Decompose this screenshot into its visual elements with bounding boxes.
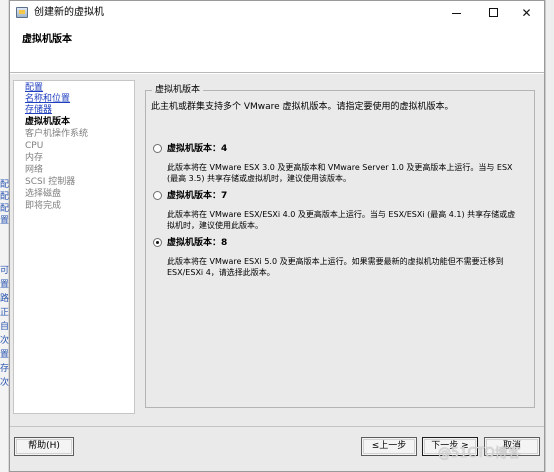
background-char: 配 (0, 204, 10, 214)
step-select-disk: 选择磁盘 (25, 189, 62, 199)
step-network: 网络 (25, 165, 44, 175)
option-label[interactable]: 虚拟机版本：8 (167, 237, 227, 249)
minimize-button[interactable] (440, 2, 473, 24)
wizard-header: 虚拟机版本 (10, 25, 544, 73)
background-char: 配 (0, 180, 10, 190)
radio-vm-version-7[interactable] (153, 191, 162, 200)
title-bar[interactable]: 创建新的虚拟机 ✕ (10, 1, 544, 25)
new-vm-dialog: 创建新的虚拟机 ✕ 虚拟机版本 配置 名称和位置 存储器 虚拟机版本 客户机操作… (9, 0, 545, 472)
step-memory: 内存 (25, 153, 44, 163)
wizard-body: 配置 名称和位置 存储器 虚拟机版本 客户机操作系统 CPU 内存 网络 SCS… (10, 74, 544, 426)
step-vm-version: 虚拟机版本 (25, 117, 71, 127)
step-cpu: CPU (25, 141, 44, 151)
background-char: 自 (0, 322, 10, 332)
background-char: 次 (0, 378, 10, 388)
background-char: 正 (0, 308, 10, 318)
step-name-location[interactable]: 名称和位置 (25, 94, 70, 105)
vm-app-icon (16, 7, 28, 18)
window-title: 创建新的虚拟机 (34, 7, 104, 18)
close-icon: ✕ (521, 6, 532, 20)
group-title: 虚拟机版本 (152, 84, 204, 96)
minimize-icon (452, 13, 461, 14)
background-window-right-edge (545, 0, 554, 472)
background-char: 路 (0, 294, 10, 304)
background-char: 置 (0, 350, 10, 360)
option-description: 此版本将在 VMware ESXi 5.0 及更高版本上运行。如果需要最新的虚拟… (167, 257, 504, 277)
radio-vm-version-4[interactable] (153, 144, 162, 153)
maximize-icon (489, 8, 498, 17)
background-char: 置 (0, 280, 10, 290)
option-description: 此版本将在 VMware ESX/ESXi 4.0 及更高版本上运行。当与 ES… (167, 210, 516, 230)
maximize-button[interactable] (477, 2, 510, 24)
wizard-steps-nav: 配置 名称和位置 存储器 虚拟机版本 客户机操作系统 CPU 内存 网络 SCS… (13, 80, 135, 414)
background-char: 存 (0, 364, 10, 374)
page-title: 虚拟机版本 (22, 34, 72, 45)
step-storage[interactable]: 存储器 (25, 105, 52, 116)
background-char: 置 (0, 216, 10, 226)
background-char: 可 (0, 266, 10, 276)
option-description: 此版本将在 VMware ESX 3.0 及更高版本和 VMware Serve… (167, 163, 513, 183)
step-scsi-controller: SCSI 控制器 (25, 177, 76, 187)
radio-vm-version-8[interactable] (153, 238, 162, 247)
close-button[interactable]: ✕ (510, 2, 543, 24)
back-button[interactable]: ≤上一步 (361, 437, 417, 456)
option-label[interactable]: 虚拟机版本：7 (167, 190, 227, 202)
step-ready-to-complete: 即将完成 (25, 201, 62, 211)
option-label[interactable]: 虚拟机版本：4 (167, 143, 227, 155)
watermark: @51CTO博客 (438, 446, 521, 461)
step-configuration[interactable]: 配置 (25, 83, 43, 94)
step-guest-os: 客户机操作系统 (25, 129, 89, 139)
background-char: 配 (0, 192, 10, 202)
vm-version-group: 虚拟机版本 此主机或群集支持多个 VMware 虚拟机版本。请指定要使用的虚拟机… (145, 84, 535, 408)
background-window-left-edge: 配 配 配 置 可 置 路 正 自 次 置 存 次 (0, 0, 9, 472)
background-char: 次 (0, 336, 10, 346)
group-description: 此主机或群集支持多个 VMware 虚拟机版本。请指定要使用的虚拟机版本。 (151, 102, 454, 112)
help-button[interactable]: 帮助(H) (14, 437, 74, 456)
